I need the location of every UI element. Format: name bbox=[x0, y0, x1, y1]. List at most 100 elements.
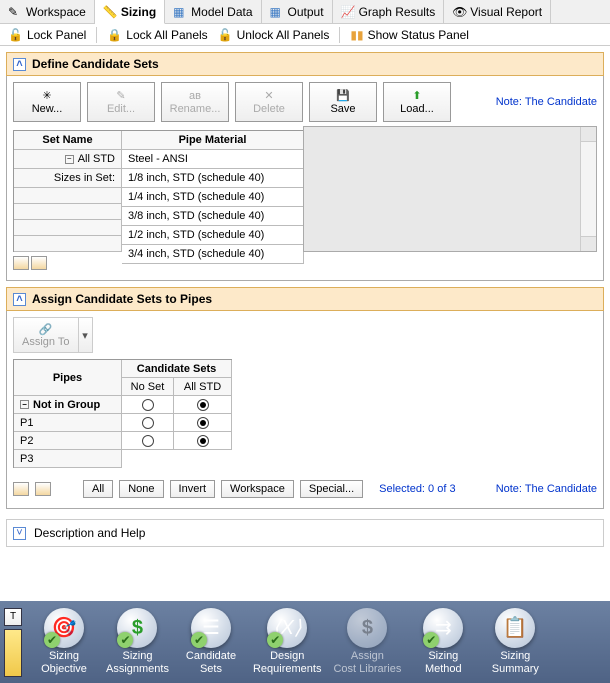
row-pipe[interactable]: P2 bbox=[14, 432, 122, 450]
label: New... bbox=[32, 103, 63, 115]
lock-all-button[interactable]: 🔒Lock All Panels bbox=[107, 28, 207, 42]
section-title: Define Candidate Sets bbox=[32, 57, 159, 71]
invert-button[interactable]: Invert bbox=[170, 480, 216, 498]
radio-no-set[interactable] bbox=[122, 432, 174, 450]
row-group[interactable]: −Not in Group bbox=[14, 396, 122, 414]
special-button[interactable]: Special... bbox=[300, 480, 363, 498]
cell-size[interactable]: 1/8 inch, STD (schedule 40) bbox=[122, 169, 304, 188]
row-pipe[interactable]: P1 bbox=[14, 414, 122, 432]
radio-all-std[interactable] bbox=[174, 414, 232, 432]
note-link[interactable]: Note: The Candidate bbox=[496, 96, 597, 108]
cell-size[interactable]: 1/4 inch, STD (schedule 40) bbox=[122, 188, 304, 207]
check-icon: ✔ bbox=[423, 632, 439, 648]
assign-bottom-bar: All None Invert Workspace Special... Sel… bbox=[13, 476, 597, 502]
tree-collapse-icon[interactable]: − bbox=[65, 155, 74, 164]
tab-label: Output bbox=[288, 5, 324, 19]
workspace-icon: ✎ bbox=[8, 5, 22, 19]
dollar-icon: $ bbox=[347, 608, 387, 648]
select-none-button[interactable]: None bbox=[119, 480, 163, 498]
vertical-scrollbar[interactable] bbox=[580, 127, 596, 251]
rename-button[interactable]: aвRename... bbox=[161, 82, 229, 122]
radio-all-std[interactable] bbox=[174, 432, 232, 450]
label: Sizing bbox=[123, 650, 153, 663]
row-all-std[interactable]: −All STD bbox=[14, 150, 122, 169]
row-empty bbox=[14, 204, 122, 220]
label: Sets bbox=[200, 663, 222, 676]
radio-no-set[interactable] bbox=[122, 396, 174, 414]
new-icon: ✳ bbox=[42, 89, 51, 102]
row-pipe[interactable]: P3 bbox=[14, 450, 122, 468]
nav-sizing-objective[interactable]: 🎯✔ SizingObjective bbox=[28, 606, 100, 678]
dropdown-icon[interactable]: ▾ bbox=[78, 318, 92, 352]
collapse-icon[interactable]: ˄ bbox=[13, 58, 26, 71]
tab-sizing[interactable]: 📏Sizing bbox=[95, 0, 165, 24]
pipes-grid[interactable]: Pipes −Not in Group P1 P2 P3 Candidate S… bbox=[13, 359, 232, 468]
selected-count: Selected: 0 of 3 bbox=[379, 483, 455, 495]
radio-no-set[interactable] bbox=[122, 414, 174, 432]
nav-sizing-summary[interactable]: 📋 SizingSummary bbox=[479, 606, 551, 678]
rename-icon: aв bbox=[189, 90, 201, 102]
cell-size[interactable]: 3/8 inch, STD (schedule 40) bbox=[122, 207, 304, 226]
nav-design-requirements[interactable]: ⟨X⟩✔ DesignRequirements bbox=[247, 606, 327, 678]
tab-graph-results[interactable]: 📈Graph Results bbox=[333, 0, 445, 23]
load-icon: ⬆ bbox=[412, 89, 421, 102]
tab-output[interactable]: ▦ Output bbox=[262, 0, 333, 23]
label: Sizing bbox=[428, 650, 458, 663]
ruler-icon: 📏 bbox=[103, 5, 117, 19]
check-icon: ✔ bbox=[191, 632, 207, 648]
target-icon: 🎯✔ bbox=[44, 608, 84, 648]
unlock-all-button[interactable]: 🔓Unlock All Panels bbox=[218, 28, 330, 42]
collapse-icon[interactable]: ˄ bbox=[13, 293, 26, 306]
nav-sizing-assignments[interactable]: $✔ SizingAssignments bbox=[100, 606, 175, 678]
cell-size[interactable]: 1/2 inch, STD (schedule 40) bbox=[122, 226, 304, 245]
delete-button[interactable]: ✕Delete bbox=[235, 82, 303, 122]
note-link[interactable]: Note: The Candidate bbox=[496, 483, 597, 495]
candidate-grid[interactable]: Set Name −All STD Sizes in Set: Pipe Mat… bbox=[13, 130, 304, 252]
workspace-button[interactable]: Workspace bbox=[221, 480, 294, 498]
tab-workspace[interactable]: ✎Workspace bbox=[0, 0, 95, 23]
label: Rename... bbox=[170, 103, 221, 115]
list-icon: ☰✔ bbox=[191, 608, 231, 648]
show-status-button[interactable]: ▮▮Show Status Panel bbox=[350, 28, 469, 42]
new-button[interactable]: ✳New... bbox=[13, 82, 81, 122]
expand-icon[interactable]: ˅ bbox=[13, 527, 26, 540]
label: Assign To bbox=[22, 336, 70, 348]
lock-toolbar: 🔓Lock Panel 🔒Lock All Panels 🔓Unlock All… bbox=[0, 24, 610, 46]
tree-collapse-icon[interactable]: − bbox=[20, 400, 29, 409]
description-help-panel: ˅ Description and Help bbox=[6, 519, 604, 547]
collapse-all-icon[interactable] bbox=[35, 482, 51, 496]
nav-toggle-icon[interactable]: T bbox=[4, 608, 22, 626]
cell-size[interactable]: 3/4 inch, STD (schedule 40) bbox=[122, 245, 304, 264]
section-title: Assign Candidate Sets to Pipes bbox=[32, 292, 212, 306]
col-set-name: Set Name bbox=[14, 131, 122, 150]
chart-icon: 📈 bbox=[341, 5, 355, 19]
col-candidate-sets: Candidate Sets bbox=[122, 360, 232, 378]
tab-visual-report[interactable]: 👁Visual Report bbox=[444, 0, 551, 23]
nav-candidate-sets[interactable]: ☰✔ CandidateSets bbox=[175, 606, 247, 678]
select-all-button[interactable]: All bbox=[83, 480, 113, 498]
load-button[interactable]: ⬆Load... bbox=[383, 82, 451, 122]
nav-ruler-icon[interactable] bbox=[4, 629, 22, 677]
eye-icon: 👁 bbox=[452, 5, 466, 19]
edit-icon: ✎ bbox=[116, 89, 125, 102]
sizing-nav-strip: T 🎯✔ SizingObjective $✔ SizingAssignment… bbox=[0, 601, 610, 683]
assign-header: ˄ Assign Candidate Sets to Pipes bbox=[6, 287, 604, 311]
assign-to-button[interactable]: 🔗 Assign To ▾ bbox=[13, 317, 93, 353]
radio-all-std[interactable] bbox=[174, 396, 232, 414]
label: Save bbox=[330, 103, 355, 115]
lock-panel-button[interactable]: 🔓Lock Panel bbox=[8, 28, 86, 42]
dollar-ruler-icon: $✔ bbox=[117, 608, 157, 648]
check-icon: ✔ bbox=[117, 632, 133, 648]
collapse-all-icon[interactable] bbox=[31, 256, 47, 270]
lock-icon: 🔒 bbox=[107, 28, 122, 42]
grid-icon: ▦ bbox=[270, 5, 284, 19]
edit-button[interactable]: ✎Edit... bbox=[87, 82, 155, 122]
save-button[interactable]: 💾Save bbox=[309, 82, 377, 122]
tab-model-data[interactable]: ▦Model Data bbox=[165, 0, 261, 23]
nav-assign-cost-libraries[interactable]: $ AssignCost Libraries bbox=[327, 606, 407, 678]
expand-all-icon[interactable] bbox=[13, 256, 29, 270]
cell-material[interactable]: Steel - ANSI bbox=[122, 150, 304, 169]
nav-sizing-method[interactable]: ⇉✔ SizingMethod bbox=[407, 606, 479, 678]
label: Edit... bbox=[107, 103, 135, 115]
expand-all-icon[interactable] bbox=[13, 482, 29, 496]
